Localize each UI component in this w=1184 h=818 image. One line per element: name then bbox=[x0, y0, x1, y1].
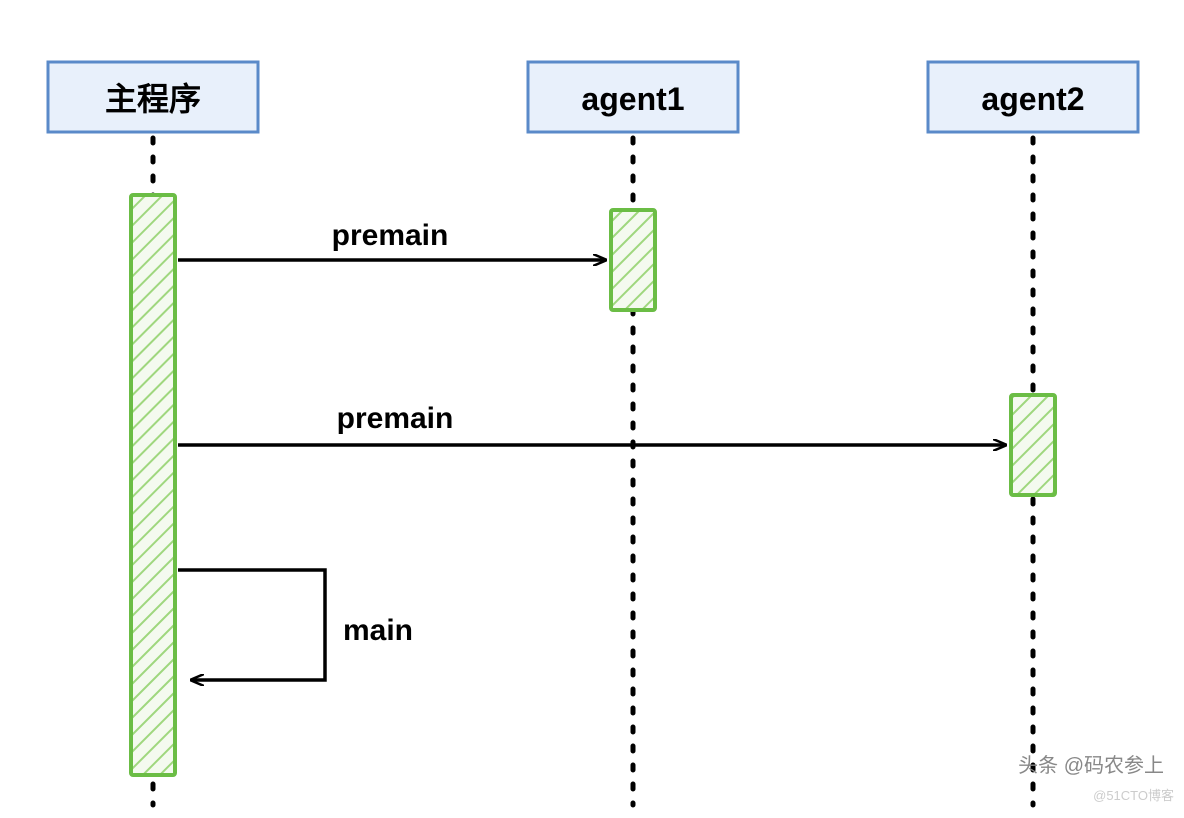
message-premain-2-label: premain bbox=[337, 402, 454, 435]
lifeline-agent2-header: agent2 bbox=[928, 62, 1138, 132]
activation-main bbox=[131, 195, 175, 775]
lifeline-agent1-header: agent1 bbox=[528, 62, 738, 132]
watermark-source: @51CTO博客 bbox=[1093, 785, 1174, 804]
sequence-diagram: 主程序 agent1 agent2 premain premain main bbox=[0, 0, 1184, 818]
activation-agent1 bbox=[611, 210, 655, 310]
lifeline-main-header: 主程序 bbox=[48, 62, 258, 132]
watermark-author: 头条 @码农参上 bbox=[1018, 749, 1164, 778]
lifeline-main-label: 主程序 bbox=[105, 81, 201, 117]
message-main-selfcall-arrow bbox=[178, 570, 325, 680]
lifeline-agent2-label: agent2 bbox=[981, 81, 1084, 117]
activation-agent2 bbox=[1011, 395, 1055, 495]
message-main-selfcall-label: main bbox=[343, 614, 413, 647]
message-premain-1-label: premain bbox=[332, 219, 449, 252]
lifeline-agent1-label: agent1 bbox=[581, 81, 684, 117]
